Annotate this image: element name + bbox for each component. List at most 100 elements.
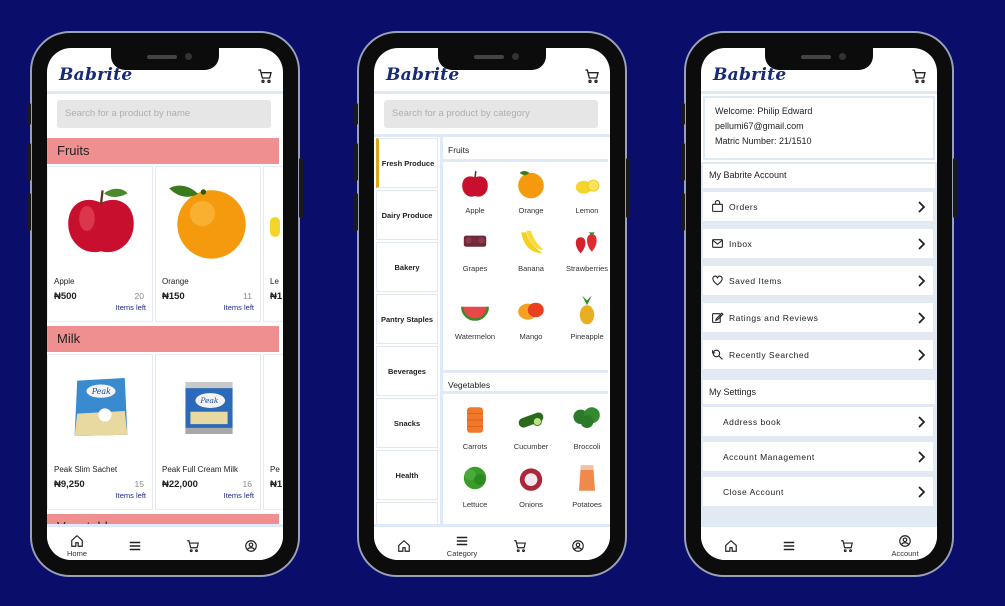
menu-saved-items[interactable]: Saved Items xyxy=(703,266,933,298)
nav-category[interactable]: Category xyxy=(442,530,482,558)
grid-item-label: Orange xyxy=(518,205,544,215)
nav-category[interactable] xyxy=(769,530,809,553)
nav-category[interactable] xyxy=(115,530,155,553)
grid-item-banana[interactable]: Banana xyxy=(504,226,558,273)
product-price: ₦9,250 xyxy=(54,479,85,490)
group-title-fruits: Fruits xyxy=(442,138,608,162)
grid-item-label: Pineapple xyxy=(570,331,604,341)
grid-item-apple[interactable]: Apple xyxy=(448,168,502,215)
product-card-apple[interactable]: Apple ₦500 20 Items left xyxy=(47,166,153,322)
category-search-input[interactable]: Search for a product by category xyxy=(384,100,598,128)
category-pantry-staples[interactable]: Pantry Staples xyxy=(376,294,438,344)
menu-label: Account Management xyxy=(723,452,815,462)
nav-account[interactable] xyxy=(558,530,598,553)
nav-account[interactable]: Account xyxy=(885,530,925,558)
grid-item-lemon[interactable]: Lemon xyxy=(560,168,610,215)
user-icon xyxy=(572,540,584,552)
settings-close-account[interactable]: Close Account xyxy=(703,477,933,509)
mail-icon xyxy=(712,239,723,248)
product-price: ₦150 xyxy=(162,291,185,302)
broccoli-icon xyxy=(573,407,600,428)
menu-icon xyxy=(456,536,468,546)
menu-recently-searched[interactable]: Recently Searched xyxy=(703,340,933,372)
nav-cart[interactable] xyxy=(827,530,867,553)
cart-icon[interactable] xyxy=(257,68,273,84)
home-icon xyxy=(398,539,410,552)
menu-label: Ratings and Reviews xyxy=(729,313,819,323)
apple-image xyxy=(68,188,134,253)
grid-item-strawberries[interactable]: Strawberries xyxy=(560,226,610,273)
settings-address-book[interactable]: Address book xyxy=(703,407,933,439)
category-dairy-produce[interactable]: Dairy Produce xyxy=(376,190,438,240)
product-card-peak-full-cream[interactable]: Peak Peak Full Cream Milk ₦22,000 16 Ite… xyxy=(155,354,261,510)
grid-item-label: Broccoli xyxy=(573,441,601,451)
menu-orders[interactable]: Orders xyxy=(703,192,933,224)
cart-icon[interactable] xyxy=(584,68,600,84)
bag-icon xyxy=(712,200,723,212)
product-card-partial[interactable]: Le ₦1 xyxy=(263,166,283,322)
grid-item-label: Carrots xyxy=(462,441,488,451)
category-fresh-produce[interactable]: Fresh Produce xyxy=(376,138,438,188)
grid-item-grapes[interactable]: Grapes xyxy=(448,226,502,273)
category-bakery[interactable]: Bakery xyxy=(376,242,438,292)
nav-home-label: Home xyxy=(66,549,87,558)
cucumber-icon xyxy=(518,412,544,428)
pineapple-icon xyxy=(579,295,595,325)
grid-item-cucumber[interactable]: Cucumber xyxy=(504,404,558,451)
user-icon xyxy=(899,535,911,547)
nav-home[interactable]: Home xyxy=(57,530,97,558)
product-price: ₦22,000 xyxy=(162,479,198,490)
nav-account-label: Account xyxy=(891,549,919,558)
menu-label: Recently Searched xyxy=(729,350,810,360)
lemon-icon xyxy=(575,179,600,194)
home-icon xyxy=(725,539,737,552)
grid-item-label: Cucumber xyxy=(513,441,549,451)
category-snacks[interactable]: Snacks xyxy=(376,398,438,448)
nav-home[interactable] xyxy=(711,530,751,553)
nav-account[interactable] xyxy=(231,530,271,553)
cart-icon[interactable] xyxy=(911,68,927,84)
banana-icon xyxy=(521,230,544,254)
menu-ratings-reviews[interactable]: Ratings and Reviews xyxy=(703,303,933,335)
grid-item-pineapple[interactable]: Pineapple xyxy=(560,294,610,341)
stock-count: 15 xyxy=(134,479,144,489)
grid-item-broccoli[interactable]: Broccoli xyxy=(560,404,610,451)
search-input[interactable]: Search for a product by name xyxy=(57,100,271,128)
product-name: Le xyxy=(270,277,279,286)
menu-inbox[interactable]: Inbox xyxy=(703,229,933,261)
product-card-peak-slim[interactable]: Peak Peak Slim Sachet ₦9,250 15 Items le… xyxy=(47,354,153,510)
grid-item-label: Potatoes xyxy=(572,499,602,509)
menu-label: Orders xyxy=(729,202,758,212)
grid-item-orange[interactable]: Orange xyxy=(504,168,558,215)
grid-item-potatoes[interactable]: Potatoes xyxy=(560,462,610,509)
stock-count: 16 xyxy=(242,479,252,489)
category-health[interactable]: Health xyxy=(376,450,438,500)
svg-text:Peak: Peak xyxy=(199,396,219,405)
user-name: Philip Edward xyxy=(757,106,813,116)
chevron-right-icon xyxy=(918,486,925,498)
product-card-partial[interactable]: Pe ₦1 xyxy=(263,354,283,510)
orange-icon xyxy=(518,170,544,199)
grid-item-carrots[interactable]: Carrots xyxy=(448,404,502,451)
nav-cart[interactable] xyxy=(500,530,540,553)
phone-category: Babrite Search for a product by category… xyxy=(354,31,630,577)
grid-item-lettuce[interactable]: Lettuce xyxy=(448,462,502,509)
cart-icon xyxy=(187,540,199,553)
onion-icon xyxy=(519,468,543,491)
nav-home[interactable] xyxy=(384,530,424,553)
category-beverages[interactable]: Beverages xyxy=(376,346,438,396)
matric-value: 21/1510 xyxy=(779,136,812,146)
product-card-orange[interactable]: Orange ₦150 11 Items left xyxy=(155,166,261,322)
strawberry-icon xyxy=(575,232,597,254)
apple-icon xyxy=(462,171,488,197)
grid-item-onions[interactable]: Onions xyxy=(504,462,558,509)
carrot-icon xyxy=(467,407,483,433)
grapes-icon xyxy=(463,235,487,247)
phone-home: Babrite Search for a product by name Fru… xyxy=(27,31,303,577)
grid-item-mango[interactable]: Mango xyxy=(504,294,558,341)
grid-item-label: Lettuce xyxy=(462,499,488,509)
grid-item-watermelon[interactable]: Watermelon xyxy=(448,294,502,341)
settings-account-management[interactable]: Account Management xyxy=(703,442,933,474)
nav-cart[interactable] xyxy=(173,530,213,553)
chevron-right-icon xyxy=(918,416,925,428)
